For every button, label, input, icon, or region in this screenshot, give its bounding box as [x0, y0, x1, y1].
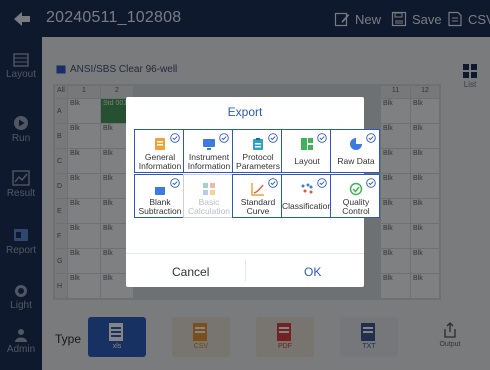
- check-circle-icon: [366, 178, 376, 188]
- check-circle-icon: [366, 133, 376, 143]
- option-label: Subtraction: [138, 206, 182, 216]
- option-label: Classification: [282, 201, 333, 211]
- option-classification[interactable]: Classification: [281, 174, 333, 218]
- option-protocol-parameters[interactable]: Protocol Parameters: [232, 129, 282, 173]
- beaker-icon: [155, 184, 165, 195]
- cancel-button[interactable]: Cancel: [172, 265, 209, 279]
- export-dialog: Export General Information Instrument In…: [126, 97, 380, 287]
- quality-check-icon: [349, 182, 363, 196]
- option-label: Control: [342, 206, 370, 216]
- monitor-icon: [203, 139, 215, 150]
- dialog-title: Export: [227, 105, 263, 119]
- check-circle-icon: [170, 133, 180, 143]
- check-circle-icon: [317, 178, 327, 188]
- button-divider: [245, 259, 246, 281]
- check-circle-icon: [268, 178, 278, 188]
- option-standard-curve[interactable]: Standard Curve: [232, 174, 282, 218]
- option-label: Information: [138, 161, 182, 171]
- curve-chart-icon: [251, 183, 264, 196]
- check-circle-icon: [170, 178, 180, 188]
- option-label: Information: [187, 161, 231, 171]
- option-label: Layout: [294, 156, 320, 166]
- option-label: Raw Data: [337, 156, 375, 166]
- pie-chart-icon: [350, 138, 362, 150]
- option-general-information[interactable]: General Information: [134, 129, 184, 173]
- option-quality-control[interactable]: Quality Control: [330, 174, 380, 218]
- clipboard-icon: [253, 138, 263, 150]
- option-raw-data-card[interactable]: Raw Data: [330, 129, 380, 173]
- check-circle-icon: [219, 133, 229, 143]
- option-blank-subtraction[interactable]: Blank Subtraction: [134, 174, 184, 218]
- check-circle-icon: [317, 133, 327, 143]
- option-basic-calculation[interactable]: Basic Calculation: [183, 174, 233, 218]
- option-instrument-information[interactable]: Instrument Information: [183, 129, 233, 173]
- option-label: Calculation: [187, 206, 231, 216]
- info-doc-icon: [155, 138, 165, 150]
- scatter-dots-icon: [301, 183, 313, 194]
- dialog-divider: [126, 253, 364, 254]
- check-circle-icon: [268, 133, 278, 143]
- layout-icon: [301, 138, 313, 150]
- ok-button[interactable]: OK: [304, 265, 321, 279]
- option-label: Parameters: [236, 161, 280, 171]
- option-label: Curve: [246, 206, 270, 216]
- calculator-icon: [203, 183, 215, 195]
- option-layout[interactable]: Layout: [281, 129, 331, 173]
